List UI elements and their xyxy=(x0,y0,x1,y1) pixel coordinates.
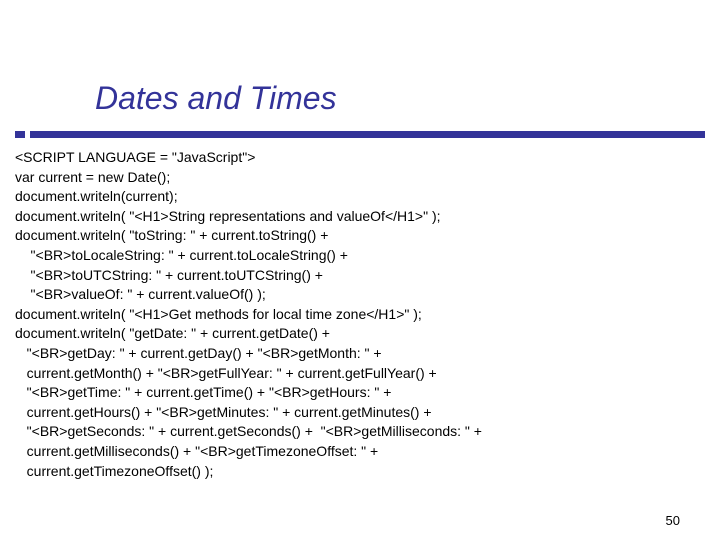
code-line: "<BR>toUTCString: " + current.toUTCStrin… xyxy=(15,266,482,286)
code-line: "<BR>toLocaleString: " + current.toLocal… xyxy=(15,246,482,266)
code-line: document.writeln( "<H1>Get methods for l… xyxy=(15,305,482,325)
code-line: <SCRIPT LANGUAGE = "JavaScript"> xyxy=(15,148,482,168)
code-line: "<BR>valueOf: " + current.valueOf() ); xyxy=(15,285,482,305)
code-line: document.writeln( "getDate: " + current.… xyxy=(15,324,482,344)
page-number: 50 xyxy=(666,513,680,528)
code-block: <SCRIPT LANGUAGE = "JavaScript"> var cur… xyxy=(15,148,482,481)
code-line: current.getTimezoneOffset() ); xyxy=(15,462,482,482)
title-accent-left xyxy=(15,131,25,138)
code-line: document.writeln( "<H1>String representa… xyxy=(15,207,482,227)
code-line: "<BR>getSeconds: " + current.getSeconds(… xyxy=(15,422,482,442)
code-line: "<BR>getTime: " + current.getTime() + "<… xyxy=(15,383,482,403)
code-line: "<BR>getDay: " + current.getDay() + "<BR… xyxy=(15,344,482,364)
code-line: current.getMilliseconds() + "<BR>getTime… xyxy=(15,442,482,462)
code-line: current.getMonth() + "<BR>getFullYear: "… xyxy=(15,364,482,384)
slide-title: Dates and Times xyxy=(95,80,337,117)
code-line: document.writeln(current); xyxy=(15,187,482,207)
code-line: current.getHours() + "<BR>getMinutes: " … xyxy=(15,403,482,423)
code-line: var current = new Date(); xyxy=(15,168,482,188)
title-underline xyxy=(30,131,705,138)
code-line: document.writeln( "toString: " + current… xyxy=(15,226,482,246)
